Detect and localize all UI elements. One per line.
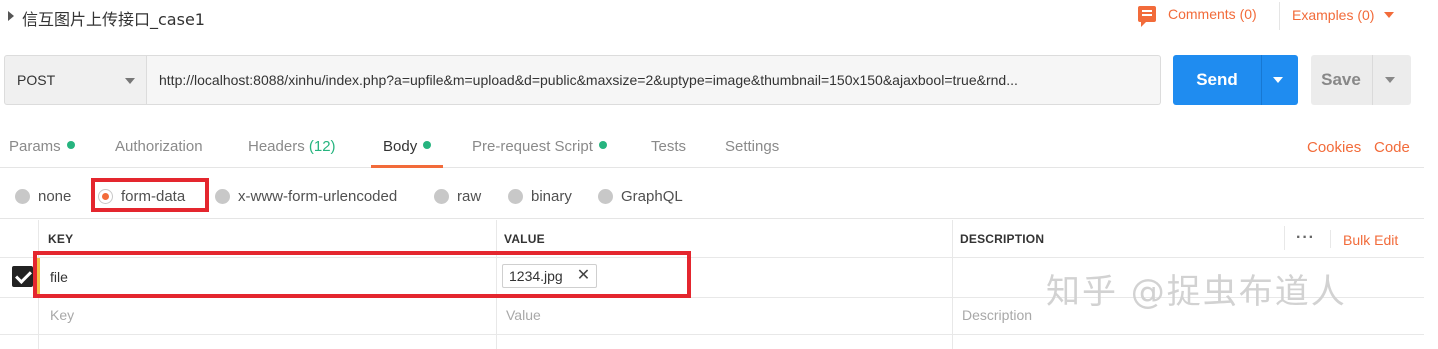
key-input-placeholder[interactable]: Key	[50, 307, 74, 323]
divider	[1372, 55, 1373, 105]
annotation-highlight-box	[33, 251, 691, 298]
comments-label: Comments (0)	[1168, 6, 1257, 22]
status-dot-icon	[598, 141, 607, 149]
comment-icon	[1138, 6, 1156, 27]
tab-label: Pre-request Script	[472, 138, 593, 155]
tab-body[interactable]: Body	[371, 138, 444, 168]
tab-label: Headers	[248, 138, 305, 155]
comments-button[interactable]: Comments (0)	[1138, 6, 1257, 27]
tab-headers[interactable]: Headers (12)	[248, 138, 336, 168]
method-label: POST	[17, 72, 56, 88]
tab-params[interactable]: Params	[9, 138, 75, 168]
tab-settings[interactable]: Settings	[725, 138, 779, 168]
request-title[interactable]: 信互图片上传接口_case1	[22, 6, 205, 30]
tab-label: Params	[9, 138, 61, 155]
headers-count: (12)	[308, 138, 336, 155]
watermark: 知乎 @捉虫布道人	[1046, 272, 1347, 312]
description-input-placeholder[interactable]: Description	[962, 307, 1032, 323]
more-options-icon[interactable]: ···	[1296, 229, 1315, 247]
radio-label: GraphQL	[621, 188, 683, 205]
bulk-edit-link[interactable]: Bulk Edit	[1343, 232, 1398, 248]
send-options-chevron-icon[interactable]	[1273, 77, 1283, 83]
request-tabs: Params Authorization Headers (12) Body P…	[0, 130, 1424, 168]
divider	[0, 334, 1424, 335]
tab-tests[interactable]: Tests	[651, 138, 686, 168]
column-header-key: KEY	[48, 232, 74, 246]
send-button[interactable]: Send	[1173, 55, 1298, 105]
cookies-link[interactable]: Cookies	[1307, 139, 1361, 156]
radio-x-www-form-urlencoded[interactable]: x-www-form-urlencoded	[215, 188, 397, 205]
annotation-highlight-box	[91, 178, 209, 212]
tab-label: Settings	[725, 138, 780, 155]
radio-icon	[215, 189, 230, 204]
column-header-description: DESCRIPTION	[960, 232, 1045, 246]
divider	[1261, 55, 1262, 105]
url-text: http://localhost:8088/xinhu/index.php?a=…	[159, 72, 1018, 88]
divider	[1330, 230, 1331, 248]
chevron-down-icon	[125, 78, 135, 84]
radio-binary[interactable]: binary	[508, 188, 572, 205]
send-label: Send	[1196, 70, 1238, 89]
radio-label: raw	[457, 188, 482, 205]
radio-icon	[598, 189, 613, 204]
save-options-chevron-icon[interactable]	[1385, 77, 1395, 83]
column-header-value: VALUE	[504, 232, 545, 246]
status-dot-icon	[423, 141, 432, 149]
tab-authorization[interactable]: Authorization	[115, 138, 203, 168]
save-button[interactable]: Save	[1311, 55, 1411, 105]
tab-label: Authorization	[115, 138, 203, 155]
radio-label: binary	[531, 188, 572, 205]
examples-dropdown[interactable]: Examples (0)	[1292, 7, 1395, 23]
divider	[952, 220, 953, 349]
radio-label: x-www-form-urlencoded	[238, 188, 398, 205]
radio-label: none	[38, 188, 72, 205]
url-input[interactable]: http://localhost:8088/xinhu/index.php?a=…	[147, 55, 1161, 105]
chevron-down-icon	[1384, 12, 1395, 18]
request-title-bar: 信互图片上传接口_case1 Comments (0) Examples (0)	[0, 0, 1424, 34]
examples-label: Examples (0)	[1292, 7, 1375, 23]
radio-icon	[508, 189, 523, 204]
divider	[1284, 226, 1285, 250]
radio-raw[interactable]: raw	[434, 188, 481, 205]
collapse-arrow-icon[interactable]	[8, 11, 14, 21]
save-label: Save	[1321, 70, 1361, 89]
radio-icon	[434, 189, 449, 204]
row-enabled-checkbox[interactable]	[12, 266, 33, 287]
method-select[interactable]: POST	[4, 55, 147, 105]
radio-icon	[15, 189, 30, 204]
value-input-placeholder[interactable]: Value	[506, 307, 541, 323]
tab-label: Tests	[651, 138, 687, 155]
divider	[1279, 2, 1280, 30]
status-dot-icon	[66, 141, 75, 149]
tab-pre-request-script[interactable]: Pre-request Script	[472, 138, 607, 168]
code-link[interactable]: Code	[1374, 139, 1410, 156]
tab-label: Body	[383, 138, 418, 155]
radio-none[interactable]: none	[15, 188, 71, 205]
radio-graphql[interactable]: GraphQL	[598, 188, 683, 205]
body-type-selector: none form-data x-www-form-urlencoded raw…	[0, 177, 1424, 219]
